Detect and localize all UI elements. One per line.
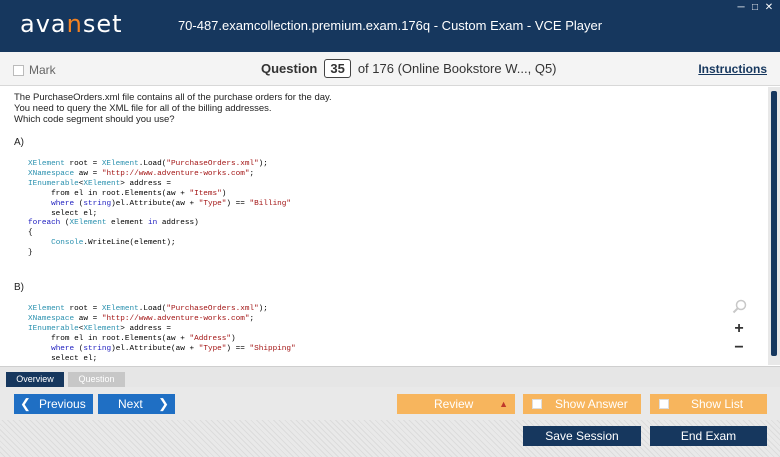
code-line: from el in root.Elements(aw + "Items") <box>28 189 227 198</box>
option-a-label[interactable]: A) <box>14 137 768 148</box>
code-line: { <box>28 229 33 238</box>
code-line: where (string)el.Attribute(aw + "Type") … <box>51 199 292 208</box>
scrollbar-thumb[interactable] <box>771 91 777 356</box>
code-line: XNamespace aw = "http://www.adventure-wo… <box>28 169 255 178</box>
question-text: The PurchaseOrders.xml file contains all… <box>14 92 768 125</box>
triangle-up-icon: ▲ <box>499 399 508 409</box>
code-line: XNamespace aw = "http://www.adventure-wo… <box>28 314 255 323</box>
question-suffix: of 176 (Online Bookstore W..., Q5) <box>357 61 557 76</box>
zoom-out-button[interactable]: − <box>729 339 749 357</box>
mark-checkbox[interactable]: Mark <box>13 63 56 77</box>
question-number-input[interactable]: 35 <box>324 59 351 78</box>
code-line: where (string)el.Attribute(aw + "Type") … <box>51 344 296 353</box>
show-answer-checkbox[interactable] <box>532 399 542 409</box>
magnifier-icon <box>732 299 748 315</box>
vertical-scrollbar[interactable] <box>768 87 780 365</box>
close-button[interactable]: ✕ <box>764 3 774 13</box>
show-list-checkbox[interactable] <box>659 399 669 409</box>
code-line: foreach (XElement element in address) <box>28 219 199 228</box>
window-controls: ─ □ ✕ <box>736 3 774 13</box>
question-header: Mark Question 35 of 176 (Online Bookstor… <box>0 52 780 86</box>
code-line: XElement root = XElement.Load("PurchaseO… <box>28 160 268 168</box>
option-b-label[interactable]: B) <box>14 282 768 293</box>
chevron-right-icon: ❯ <box>158 396 169 411</box>
show-answer-button[interactable]: Show Answer <box>523 394 641 414</box>
end-exam-button[interactable]: End Exam <box>650 426 767 446</box>
option-a-code: XElement root = XElement.Load("PurchaseO… <box>28 160 768 259</box>
code-line: IEnumerable<XElement> address = <box>28 324 172 333</box>
title-bar: avanset 70-487.examcollection.premium.ex… <box>0 0 780 52</box>
tab-question[interactable]: Question <box>68 372 125 387</box>
previous-button[interactable]: ❮ Previous <box>14 394 93 414</box>
chevron-left-icon: ❮ <box>20 396 31 411</box>
code-line: Console.WriteLine(element); <box>51 239 176 248</box>
maximize-button[interactable]: □ <box>750 3 760 13</box>
code-line: foreach (XElement element in address) <box>28 365 768 366</box>
question-line: You need to query the XML file for all o… <box>14 103 272 114</box>
code-line: IEnumerable<XElement> address = <box>28 179 172 188</box>
navigation-bar: ❮ Previous Next ❯ Review ▲ Show Answer S… <box>0 387 780 457</box>
mark-label: Mark <box>29 63 56 77</box>
previous-label: Previous <box>39 397 86 411</box>
review-label: Review <box>434 397 474 411</box>
review-button[interactable]: Review ▲ <box>397 394 515 414</box>
next-label: Next <box>118 397 143 411</box>
mark-checkbox-box[interactable] <box>13 64 24 76</box>
code-line: select el; <box>28 209 98 218</box>
question-label: Question <box>261 61 318 76</box>
tab-overview[interactable]: Overview <box>6 372 64 387</box>
minimize-button[interactable]: ─ <box>736 3 746 13</box>
show-answer-label: Show Answer <box>555 397 628 411</box>
question-indicator: Question 35 of 176 (Online Bookstore W..… <box>261 59 557 78</box>
code-line: } <box>28 249 33 258</box>
code-line: XElement root = XElement.Load("PurchaseO… <box>28 305 268 314</box>
question-content: The PurchaseOrders.xml file contains all… <box>0 87 768 365</box>
show-list-label: Show List <box>691 397 744 411</box>
window-title: 70-487.examcollection.premium.exam.176q … <box>177 18 603 33</box>
code-line: from el in root.Elements(aw + "Address") <box>28 334 236 343</box>
code-line: select el; <box>28 354 98 363</box>
show-list-button[interactable]: Show List <box>650 394 767 414</box>
zoom-in-button[interactable]: + <box>729 320 749 338</box>
view-tabs: Overview Question <box>0 366 780 387</box>
question-line: The PurchaseOrders.xml file contains all… <box>14 92 332 103</box>
next-button[interactable]: Next ❯ <box>98 394 175 414</box>
save-session-button[interactable]: Save Session <box>523 426 641 446</box>
question-line: Which code segment should you use? <box>14 114 175 125</box>
option-b-code: XElement root = XElement.Load("PurchaseO… <box>28 305 768 365</box>
instructions-link[interactable]: Instructions <box>698 62 767 76</box>
